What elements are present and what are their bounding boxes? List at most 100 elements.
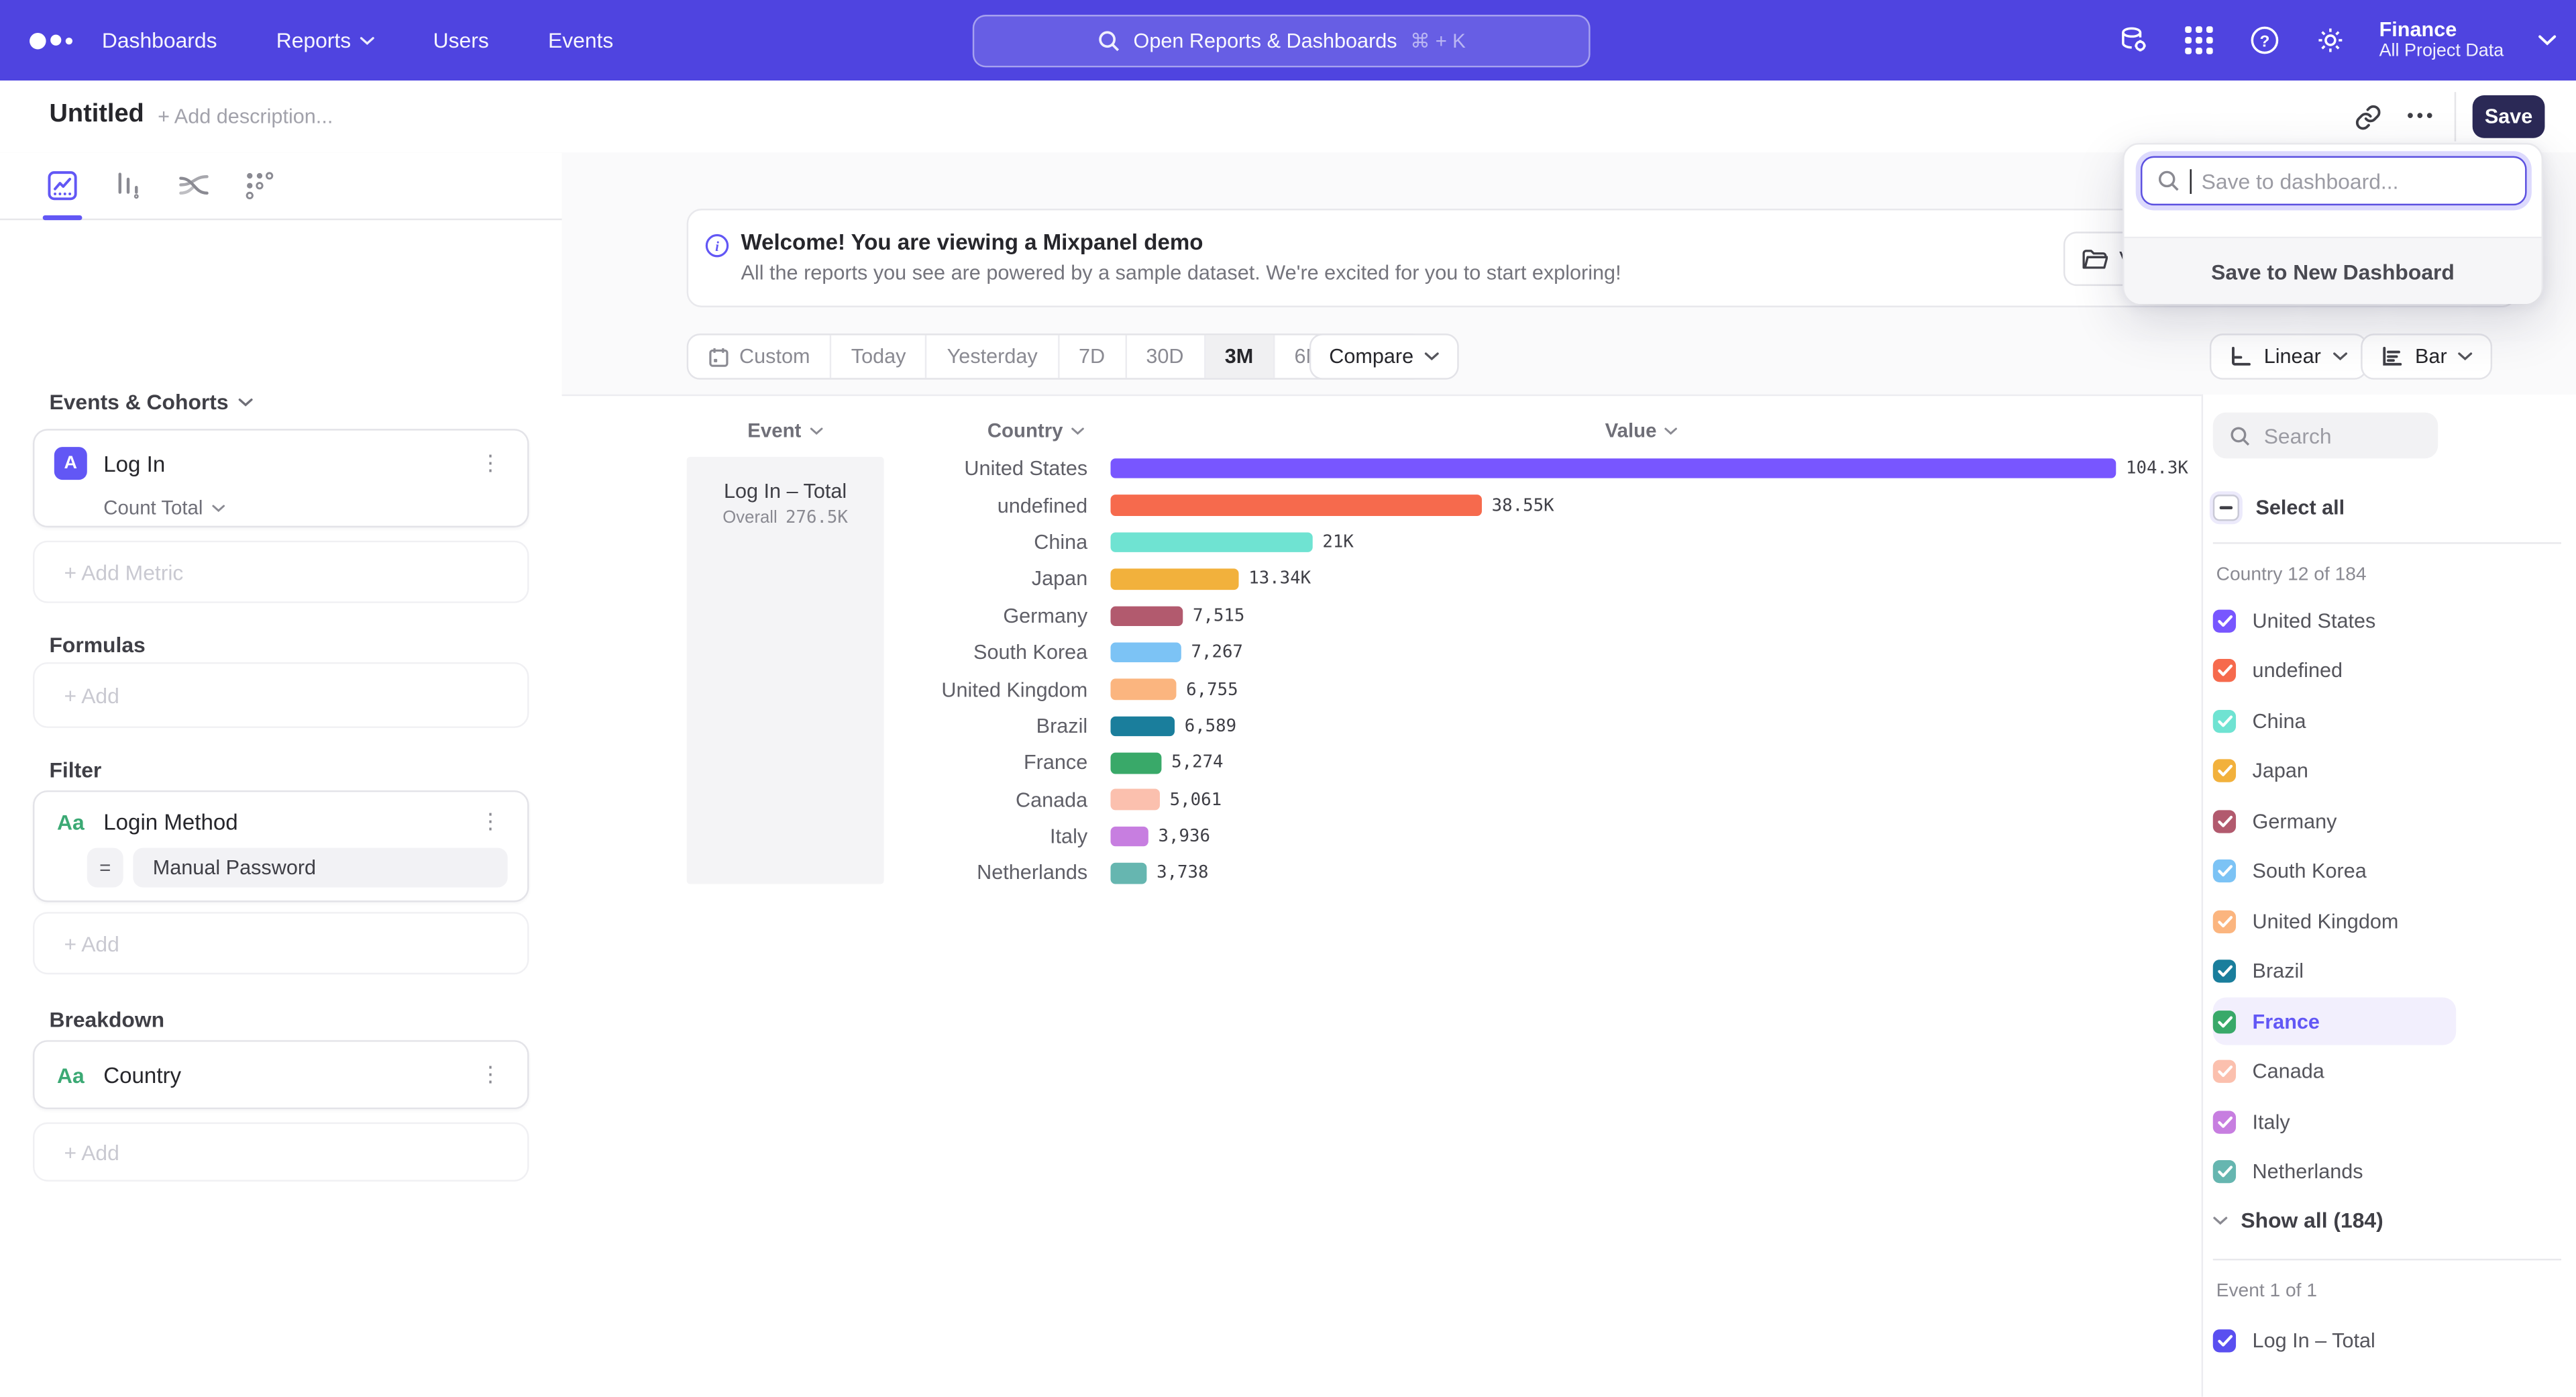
chart-type-dropdown[interactable]: Bar	[2361, 333, 2493, 380]
kebab-menu-icon[interactable]: ⋮	[473, 1058, 507, 1091]
bar-united-kingdom[interactable]	[1111, 679, 1177, 700]
nav-link-events[interactable]: Events	[548, 28, 613, 53]
country-checkbox-canada[interactable]	[2213, 1060, 2236, 1083]
add-metric-button[interactable]: + Add Metric	[33, 541, 529, 603]
date-range-3m[interactable]: 3M	[1205, 335, 1275, 378]
column-header-country[interactable]: Country	[987, 419, 1084, 442]
global-search-button[interactable]: Open Reports & Dashboards ⌘ + K	[973, 15, 1591, 67]
date-range-yesterday[interactable]: Yesterday	[927, 335, 1059, 378]
event-checkbox[interactable]	[2213, 1329, 2236, 1352]
help-icon[interactable]: ?	[2248, 24, 2281, 57]
nav-link-users[interactable]: Users	[433, 28, 489, 53]
column-header-value[interactable]: Value	[1605, 419, 1678, 442]
bar-brazil[interactable]	[1111, 716, 1175, 737]
data-connections-icon[interactable]	[2116, 24, 2149, 57]
metric-letter-badge: A	[54, 447, 87, 480]
bar-china[interactable]	[1111, 532, 1313, 553]
apps-grid-icon[interactable]	[2182, 24, 2215, 57]
country-checkbox-italy[interactable]	[2213, 1110, 2236, 1133]
chevron-down-icon[interactable]	[2536, 24, 2556, 57]
country-filter-row-netherlands[interactable]: Netherlands	[2213, 1149, 2363, 1195]
bar-undefined[interactable]	[1111, 495, 1482, 516]
copy-link-icon[interactable]	[2349, 99, 2385, 135]
bar-netherlands[interactable]	[1111, 863, 1147, 884]
country-filter-row-france[interactable]: France	[2213, 998, 2320, 1045]
breakdown-card-country[interactable]: Aa Country ⋮	[33, 1040, 529, 1109]
bar-united-states[interactable]	[1111, 458, 2116, 479]
chevron-down-icon	[238, 397, 253, 407]
country-checkbox-united-states[interactable]	[2213, 610, 2236, 633]
country-label: South Korea	[687, 641, 1088, 664]
country-checkbox-netherlands[interactable]	[2213, 1160, 2236, 1183]
save-dashboard-search-input[interactable]: Save to dashboard...	[2141, 156, 2527, 205]
project-dataset: All Project Data	[2379, 42, 2504, 62]
panel-search-input[interactable]: Search	[2213, 413, 2438, 459]
country-filter-row-united-kingdom[interactable]: United Kingdom	[2213, 898, 2399, 945]
country-checkbox-south-korea[interactable]	[2213, 860, 2236, 882]
nav-link-dashboards[interactable]: Dashboards	[102, 28, 217, 53]
save-to-new-dashboard-button[interactable]: Save to New Dashboard	[2125, 237, 2542, 304]
country-filter-row-japan[interactable]: Japan	[2213, 748, 2308, 794]
retention-icon[interactable]	[240, 166, 280, 205]
country-filter-row-south-korea[interactable]: South Korea	[2213, 848, 2367, 894]
country-filter-row-undefined[interactable]: undefined	[2213, 648, 2343, 694]
country-filter-row-united-states[interactable]: United States	[2213, 598, 2376, 644]
settings-gear-icon[interactable]	[2314, 24, 2347, 57]
mixpanel-logo-icon[interactable]	[26, 0, 78, 81]
nav-link-reports[interactable]: Reports	[276, 28, 374, 53]
project-switcher[interactable]: Finance All Project Data	[2379, 18, 2504, 62]
country-checkbox-germany[interactable]	[2213, 810, 2236, 833]
kebab-menu-icon[interactable]: ⋮	[473, 447, 507, 480]
add-breakdown-button[interactable]: + Add	[33, 1123, 529, 1182]
select-all-row[interactable]: Select all	[2213, 484, 2345, 531]
country-checkbox-france[interactable]	[2213, 1010, 2236, 1033]
breakdown-heading: Breakdown	[49, 1007, 164, 1032]
add-formula-button[interactable]: + Add	[33, 662, 529, 728]
country-filter-row-germany[interactable]: Germany	[2213, 798, 2337, 845]
date-range-30d[interactable]: 30D	[1126, 335, 1205, 378]
scale-dropdown[interactable]: Linear	[2210, 333, 2367, 380]
filter-operator-dropdown[interactable]: =	[87, 848, 123, 888]
column-header-event[interactable]: Event	[747, 419, 822, 442]
insights-chart-icon[interactable]	[43, 166, 83, 205]
bar-france[interactable]	[1111, 753, 1162, 774]
country-filter-row-italy[interactable]: Italy	[2213, 1098, 2290, 1145]
event-checkbox-row[interactable]: Log In – Total	[2213, 1318, 2375, 1364]
metric-name[interactable]: Log In	[103, 451, 457, 476]
aggregation-dropdown[interactable]: Count Total	[103, 497, 224, 519]
filter-card-login-method[interactable]: Aa Login Method ⋮ = Manual Password	[33, 790, 529, 902]
country-filter-row-china[interactable]: China	[2213, 698, 2306, 745]
global-search-placeholder: Open Reports & Dashboards	[1134, 30, 1397, 52]
filter-property-name[interactable]: Login Method	[103, 809, 457, 834]
filter-value-field[interactable]: Manual Password	[133, 848, 507, 888]
more-options-button[interactable]: •••	[2402, 99, 2441, 135]
bar-south-korea[interactable]	[1111, 642, 1181, 663]
country-checkbox-undefined[interactable]	[2213, 660, 2236, 682]
date-range-today[interactable]: Today	[831, 335, 927, 378]
bar-italy[interactable]	[1111, 826, 1148, 847]
events-cohorts-heading[interactable]: Events & Cohorts	[49, 389, 253, 414]
country-checkbox-china[interactable]	[2213, 710, 2236, 733]
country-checkbox-united-kingdom[interactable]	[2213, 910, 2236, 933]
funnel-icon[interactable]	[109, 166, 148, 205]
breakdown-property-name[interactable]: Country	[103, 1062, 457, 1087]
date-range-custom[interactable]: Custom	[688, 335, 831, 378]
country-checkbox-brazil[interactable]	[2213, 960, 2236, 983]
page-title[interactable]: Untitled	[49, 100, 144, 130]
flows-icon[interactable]	[174, 166, 214, 205]
compare-dropdown[interactable]: Compare	[1309, 333, 1460, 380]
add-filter-button[interactable]: + Add	[33, 912, 529, 974]
show-all-button[interactable]: Show all (184)	[2213, 1208, 2383, 1233]
select-all-checkbox[interactable]	[2213, 495, 2239, 521]
save-button[interactable]: Save	[2473, 95, 2545, 138]
metric-card-log-in[interactable]: A Log In ⋮ Count Total	[33, 429, 529, 527]
country-checkbox-japan[interactable]	[2213, 760, 2236, 782]
add-description-button[interactable]: + Add description...	[158, 105, 333, 128]
bar-japan[interactable]	[1111, 569, 1239, 590]
date-range-7d[interactable]: 7D	[1059, 335, 1126, 378]
country-filter-row-brazil[interactable]: Brazil	[2213, 948, 2304, 994]
country-filter-row-canada[interactable]: Canada	[2213, 1049, 2324, 1095]
bar-germany[interactable]	[1111, 605, 1183, 626]
bar-canada[interactable]	[1111, 790, 1160, 811]
kebab-menu-icon[interactable]: ⋮	[473, 805, 507, 838]
